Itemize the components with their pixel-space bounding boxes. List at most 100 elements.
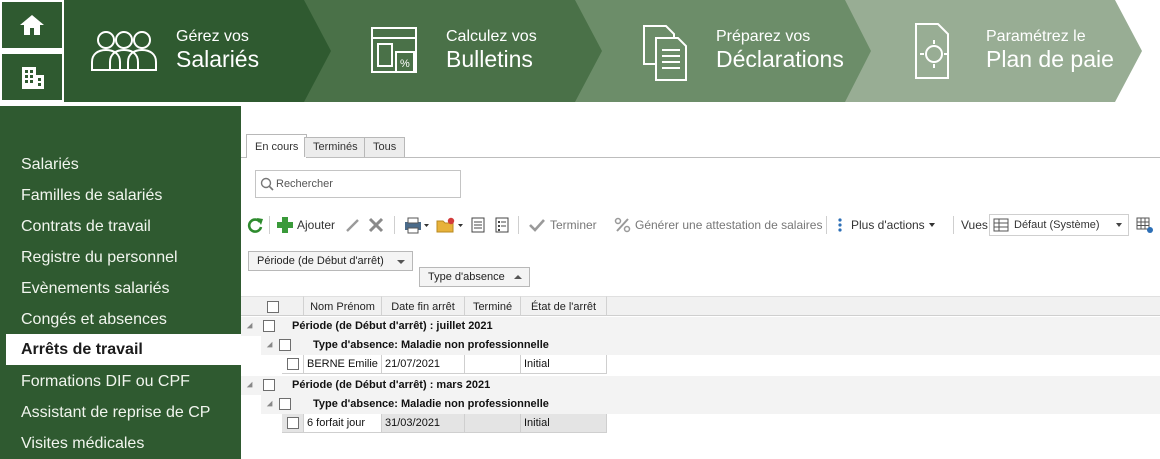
home-button[interactable] [2, 2, 62, 48]
search-box [255, 170, 461, 198]
caret-down-icon [928, 223, 935, 227]
collapse-icon[interactable] [246, 381, 256, 391]
group-row[interactable]: Période (de Début d'arrêt) : juillet 202… [241, 317, 1160, 336]
cell-etat[interactable]: Initial [521, 414, 607, 433]
collapse-icon[interactable] [266, 400, 276, 410]
view-select-value: Défaut (Système) [1014, 219, 1100, 231]
list-button[interactable] [494, 213, 510, 237]
subgroup-label: Type d'absence: Maladie non professionne… [313, 398, 549, 410]
group-checkbox[interactable] [263, 320, 275, 332]
subgroup-label: Type d'absence: Maladie non professionne… [313, 339, 549, 351]
sidebar-item-salaries[interactable]: Salariés [0, 149, 241, 180]
cell-etat[interactable]: Initial [521, 355, 607, 374]
cell-termine[interactable] [465, 414, 521, 433]
collapse-icon[interactable] [246, 322, 256, 332]
tab-tous[interactable]: Tous [364, 137, 406, 157]
toolbar-separator [518, 216, 519, 234]
refresh-button[interactable] [246, 213, 264, 237]
generate-attestation-label: Générer une attestation de salaires [635, 218, 823, 232]
cell-date-fin[interactable]: 21/07/2021 [382, 355, 465, 374]
sidebar-item-visites[interactable]: Visites médicales [0, 428, 241, 459]
toolbar-separator [953, 216, 954, 234]
nav-item-declarations[interactable]: Préparez vos Déclarations [716, 28, 844, 72]
sidebar-item-conges[interactable]: Congés et absences [0, 304, 241, 335]
column-header-termine[interactable]: Terminé [465, 296, 521, 316]
search-input[interactable] [274, 178, 454, 190]
cell-termine[interactable] [465, 355, 521, 374]
subgroup-checkbox[interactable] [279, 398, 291, 410]
toolbar: Ajouter Terminer Générer une attestation… [246, 213, 1160, 237]
collapse-icon[interactable] [266, 341, 276, 351]
export-button[interactable] [436, 213, 464, 237]
more-vertical-icon [838, 218, 842, 232]
nav-item-line1: Gérez vos [176, 28, 249, 45]
home-icon [20, 15, 44, 35]
column-header-nom[interactable]: Nom Prénom [304, 296, 382, 316]
sidebar-item-evenements[interactable]: Evènements salariés [0, 273, 241, 304]
tabs-divider [241, 157, 1160, 158]
nav-item-salaries[interactable]: Gérez vos Salariés [176, 28, 259, 72]
plus-icon [277, 217, 293, 233]
sidebar-item-reprise-cp[interactable]: Assistant de reprise de CP [0, 397, 241, 428]
nav-item-line2: Salariés [176, 46, 260, 72]
row-checkbox[interactable] [287, 358, 299, 370]
sidebar-item-contrats[interactable]: Contrats de travail [0, 211, 241, 242]
percent-tools-icon [614, 217, 631, 233]
add-button[interactable]: Ajouter [276, 213, 335, 237]
finish-button[interactable]: Terminer [528, 213, 597, 237]
column-header-date-fin[interactable]: Date fin arrêt [382, 296, 465, 316]
cell-nom[interactable]: BERNE Emilie [304, 355, 382, 374]
sort-up-icon [514, 275, 522, 279]
group-chip-periode[interactable]: Période (de Début d'arrêt) [248, 251, 413, 271]
folder-export-icon [436, 217, 463, 233]
group-checkbox[interactable] [263, 379, 275, 391]
sidebar: Salariés Familles de salariés Contrats d… [0, 106, 241, 459]
grid-settings-button[interactable] [1136, 213, 1154, 237]
tab-en-cours[interactable]: En cours [246, 134, 308, 158]
group-chip-type[interactable]: Type d'absence [419, 267, 530, 287]
table-view-icon [993, 218, 1009, 232]
generate-attestation-button[interactable]: Générer une attestation de salaires [614, 213, 822, 237]
subgroup-row[interactable]: Type d'absence: Maladie non professionne… [261, 336, 1160, 355]
select-all-checkbox[interactable] [267, 301, 279, 313]
view-select[interactable]: Défaut (Système) [989, 214, 1129, 236]
document-button[interactable] [470, 213, 486, 237]
nav-item-line1: Paramétrez le [986, 28, 1086, 45]
caret-down-icon [1116, 223, 1122, 227]
subgroup-checkbox[interactable] [279, 339, 291, 351]
nav-item-bulletins[interactable]: Calculez vos Bulletins [446, 28, 537, 72]
printer-icon [405, 217, 429, 234]
refresh-icon [247, 218, 263, 233]
nav-item-plan-de-paie[interactable]: Paramétrez le Plan de paie [986, 28, 1114, 72]
company-button[interactable] [2, 54, 62, 100]
nav-item-line2: Déclarations [716, 46, 844, 72]
pencil-icon [346, 219, 359, 232]
column-header-etat[interactable]: État de l'arrêt [521, 296, 607, 316]
sidebar-item-formations[interactable]: Formations DIF ou CPF [0, 366, 241, 397]
more-actions-button[interactable]: Plus d'actions [836, 213, 938, 237]
group-label: Période (de Début d'arrêt) : mars 2021 [292, 379, 491, 391]
delete-button[interactable] [368, 213, 384, 237]
toolbar-separator [826, 216, 827, 234]
edit-button[interactable] [344, 213, 360, 237]
cell-nom[interactable]: 6 forfait jour [304, 414, 382, 433]
nav-item-line2: Plan de paie [986, 46, 1114, 72]
row-checkbox[interactable] [287, 417, 299, 429]
sidebar-item-arrets[interactable]: Arrêts de travail [6, 334, 241, 365]
delete-icon [368, 217, 384, 233]
document-icon [471, 217, 485, 233]
cell-date-fin[interactable]: 31/03/2021 [382, 414, 465, 433]
print-button[interactable] [404, 213, 430, 237]
list-icon [495, 217, 509, 233]
toolbar-separator [394, 216, 395, 234]
sidebar-item-registre[interactable]: Registre du personnel [0, 242, 241, 273]
subgroup-row[interactable]: Type d'absence: Maladie non professionne… [261, 395, 1160, 414]
tab-termines[interactable]: Terminés [304, 137, 367, 157]
toolbar-separator [269, 216, 270, 234]
select-all-header [241, 296, 304, 316]
group-row[interactable]: Période (de Début d'arrêt) : mars 2021 [241, 376, 1160, 395]
top-navigation: % Gérez vos Salariés Calculez vos Bullet… [0, 0, 1160, 102]
nav-item-line1: Calculez vos [446, 28, 537, 45]
sidebar-item-familles[interactable]: Familles de salariés [0, 180, 241, 211]
views-label: Vues [961, 218, 988, 232]
